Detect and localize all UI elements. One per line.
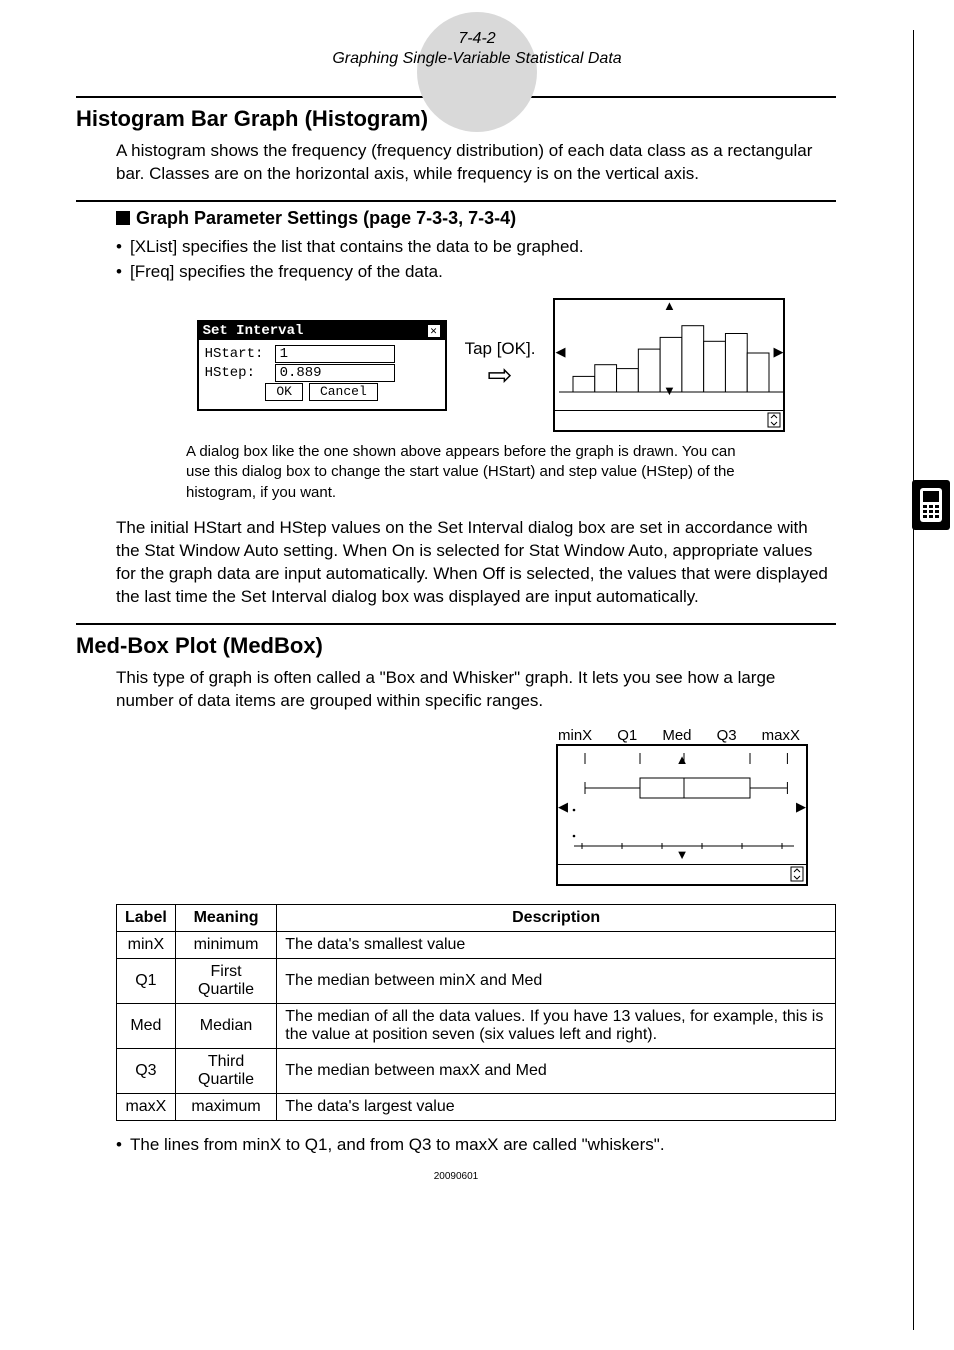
- resize-icon[interactable]: [767, 412, 781, 428]
- scroll-left-icon[interactable]: ◀: [558, 799, 568, 815]
- scroll-left-icon[interactable]: ◀: [555, 344, 565, 360]
- close-icon[interactable]: ✕: [427, 324, 441, 338]
- tap-ok-hint: Tap [OK]. ⇨: [465, 339, 536, 391]
- medbox-table: Label Meaning Description minXminimumThe…: [116, 904, 836, 1121]
- medbox-figure: minX Q1 Med Q3 maxX ▲ ▼ ◀ ▶: [556, 727, 836, 886]
- hstart-label: HStart:: [205, 346, 275, 362]
- page-subtitle: Graphing Single-Variable Statistical Dat…: [40, 50, 914, 68]
- hstart-hstep-body: The initial HStart and HStep values on t…: [116, 517, 836, 609]
- side-device-icon: [912, 480, 950, 530]
- page-index: 7-4-2: [40, 30, 914, 48]
- scroll-right-icon[interactable]: ▶: [796, 799, 806, 815]
- resize-icon[interactable]: [790, 866, 804, 882]
- table-row: MedMedianThe median of all the data valu…: [117, 1003, 836, 1048]
- footer-number: 20090601: [76, 1171, 836, 1182]
- table-row: Q1First QuartileThe median between minX …: [117, 958, 836, 1003]
- set-interval-dialog: Set Interval ✕ HStart: 1 HStep: 0.889 OK…: [197, 320, 447, 411]
- param-bullets: [XList] specifies the list that contains…: [116, 235, 836, 284]
- scroll-down-icon[interactable]: ▼: [663, 383, 676, 398]
- scroll-right-icon[interactable]: ▶: [773, 344, 783, 360]
- dialog-note: A dialog box like the one shown above ap…: [186, 442, 746, 503]
- graph-param-heading: Graph Parameter Settings (page 7-3-3, 7-…: [116, 208, 836, 229]
- table-row: minXminimumThe data's smallest value: [117, 931, 836, 958]
- section-title-medbox: Med-Box Plot (MedBox): [76, 633, 836, 659]
- scroll-up-icon[interactable]: ▲: [676, 752, 689, 767]
- medbox-intro: This type of graph is often called a "Bo…: [116, 667, 836, 713]
- scroll-down-icon[interactable]: ▼: [676, 847, 689, 862]
- hstep-input[interactable]: 0.889: [275, 364, 395, 382]
- scroll-up-icon[interactable]: ▲: [663, 298, 676, 313]
- hstep-label: HStep:: [205, 365, 275, 381]
- histogram-intro: A histogram shows the frequency (frequen…: [116, 140, 836, 186]
- hstart-input[interactable]: 1: [275, 345, 395, 363]
- cancel-button[interactable]: Cancel: [309, 383, 378, 401]
- table-row: maxXmaximumThe data's largest value: [117, 1093, 836, 1120]
- page-header: 7-4-2 Graphing Single-Variable Statistic…: [40, 30, 914, 68]
- dialog-title: Set Interval: [203, 323, 304, 339]
- arrow-right-icon: ⇨: [465, 361, 536, 391]
- histogram-graph: ▲ ▼ ◀ ▶: [553, 298, 785, 432]
- table-row: Q3Third QuartileThe median between maxX …: [117, 1048, 836, 1093]
- whisker-note: The lines from minX to Q1, and from Q3 t…: [116, 1133, 836, 1158]
- ok-button[interactable]: OK: [265, 383, 303, 401]
